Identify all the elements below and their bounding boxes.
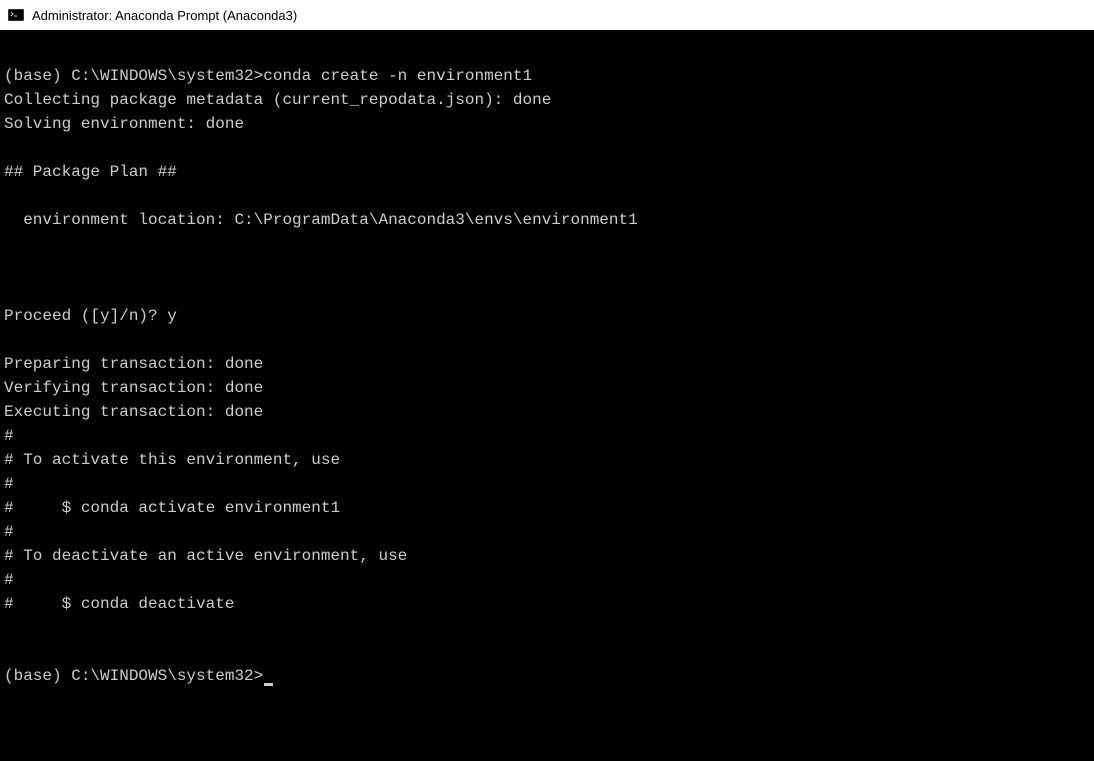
terminal-line: environment location: C:\ProgramData\Ana…: [4, 208, 1090, 232]
terminal-line: # To deactivate an active environment, u…: [4, 544, 1090, 568]
terminal-line: # $ conda activate environment1: [4, 496, 1090, 520]
terminal-line: [4, 280, 1090, 304]
terminal-output[interactable]: (base) C:\WINDOWS\system32>conda create …: [0, 30, 1094, 761]
terminal-line: [4, 640, 1090, 664]
terminal-line: (base) C:\WINDOWS\system32>conda create …: [4, 64, 1090, 88]
terminal-line: # $ conda deactivate: [4, 592, 1090, 616]
terminal-line: [4, 184, 1090, 208]
terminal-line: #: [4, 472, 1090, 496]
terminal-line: Proceed ([y]/n)? y: [4, 304, 1090, 328]
terminal-line: #: [4, 424, 1090, 448]
terminal-line: [4, 136, 1090, 160]
window-title: Administrator: Anaconda Prompt (Anaconda…: [32, 8, 297, 23]
terminal-line: [4, 616, 1090, 640]
terminal-line: [4, 232, 1090, 256]
terminal-line: ## Package Plan ##: [4, 160, 1090, 184]
terminal-line: [4, 256, 1090, 280]
terminal-line: #: [4, 520, 1090, 544]
terminal-line: [4, 40, 1090, 64]
terminal-line: Collecting package metadata (current_rep…: [4, 88, 1090, 112]
terminal-line: (base) C:\WINDOWS\system32>: [4, 664, 1090, 688]
terminal-line: # To activate this environment, use: [4, 448, 1090, 472]
terminal-line: Preparing transaction: done: [4, 352, 1090, 376]
window-title-bar: Administrator: Anaconda Prompt (Anaconda…: [0, 0, 1094, 30]
terminal-line: [4, 328, 1090, 352]
terminal-content: (base) C:\WINDOWS\system32>conda create …: [4, 40, 1090, 688]
cursor: [264, 683, 273, 686]
terminal-line: Executing transaction: done: [4, 400, 1090, 424]
terminal-icon: [8, 7, 24, 23]
terminal-line: Verifying transaction: done: [4, 376, 1090, 400]
terminal-line: #: [4, 568, 1090, 592]
terminal-line: Solving environment: done: [4, 112, 1090, 136]
